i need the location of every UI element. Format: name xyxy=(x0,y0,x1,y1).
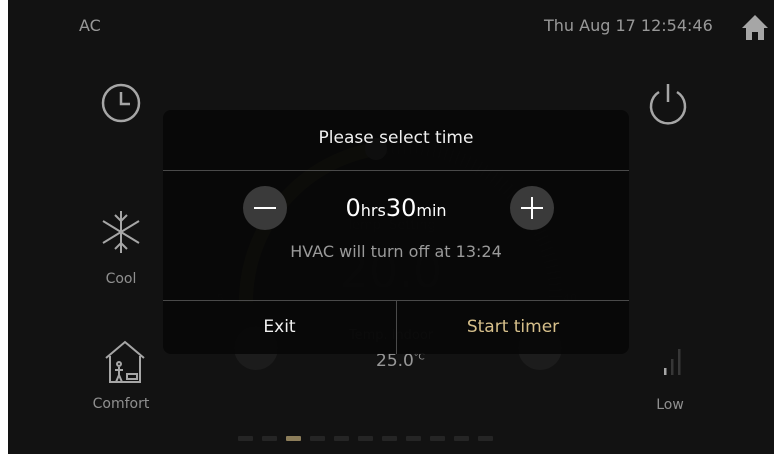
dialog-title: Please select time xyxy=(318,128,474,148)
minutes-unit: min xyxy=(416,201,447,220)
increase-time-button[interactable] xyxy=(510,186,554,230)
timer-duration: 0hrs30min xyxy=(163,194,629,222)
turn-off-info: HVAC will turn off at 13:24 xyxy=(290,242,502,261)
plus-icon-vertical xyxy=(531,197,533,219)
divider xyxy=(163,170,629,171)
hours-unit: hrs xyxy=(360,201,386,220)
hours-value: 0 xyxy=(345,194,361,222)
ac-screen: AC Thu Aug 17 12:54:46 Cool Comfort Low … xyxy=(8,0,774,454)
start-timer-button[interactable]: Start timer xyxy=(397,301,629,354)
minutes-value: 30 xyxy=(385,194,417,222)
timer-dialog: Please select time 0hrs30min HVAC will t… xyxy=(163,110,629,354)
exit-button[interactable]: Exit xyxy=(163,301,396,354)
